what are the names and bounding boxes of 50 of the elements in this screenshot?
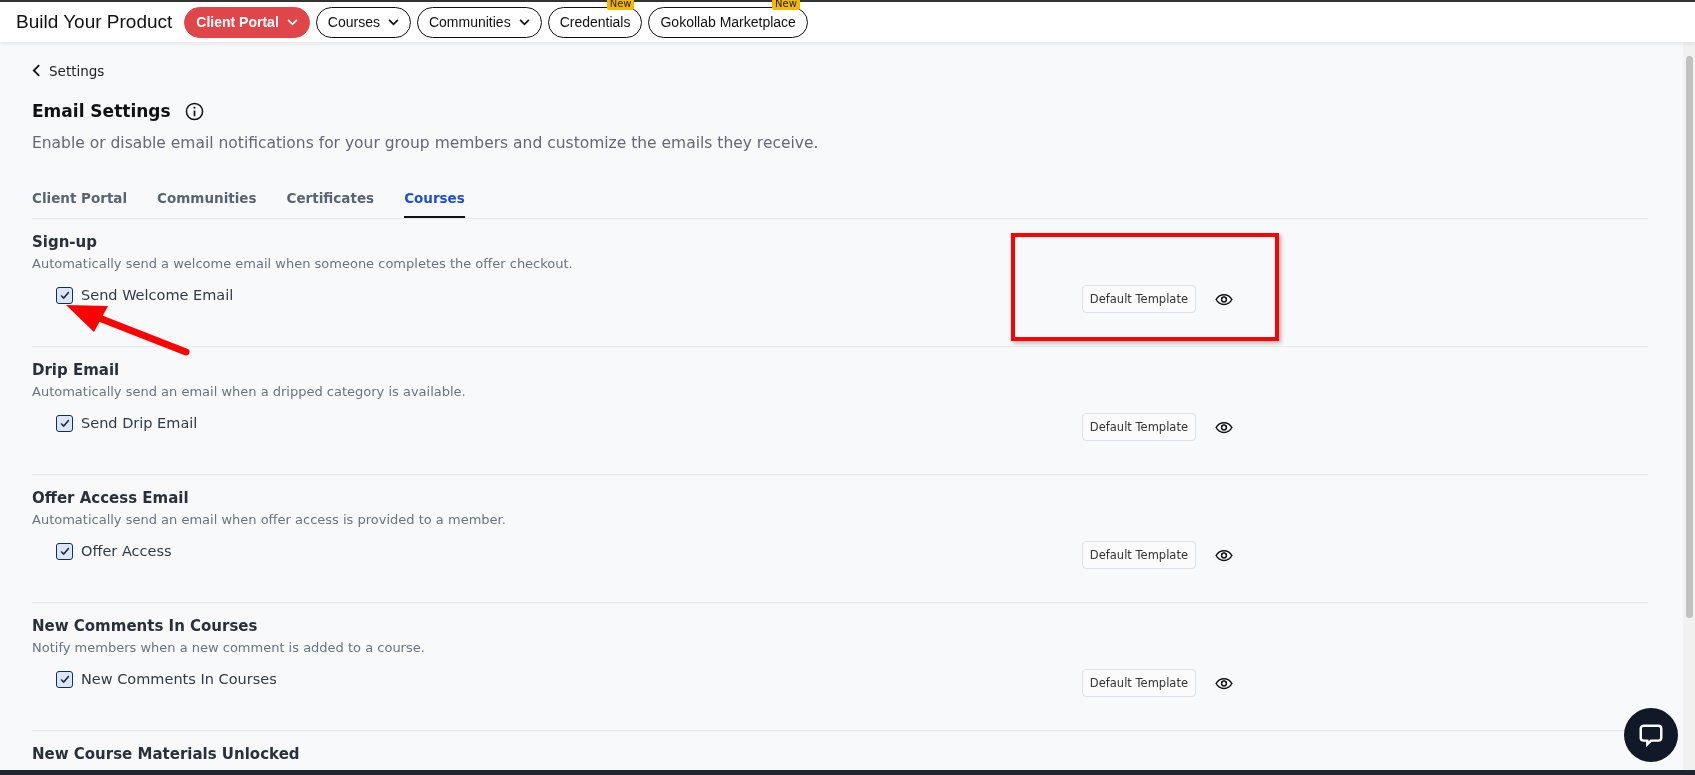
nav-menu-button[interactable]: Credentials <box>547 6 643 38</box>
preview-eye-icon[interactable] <box>1215 548 1233 562</box>
check-icon <box>58 673 71 685</box>
section-title: Sign-up <box>32 233 98 251</box>
section-title: New Course Materials Unlocked <box>32 745 301 763</box>
checkbox-label: Send Drip Email <box>81 415 198 431</box>
check-icon <box>58 545 71 557</box>
section-description: Automatically send an email when offer access is provided to a member. <box>32 512 507 527</box>
checkbox[interactable] <box>56 414 73 432</box>
checkbox[interactable] <box>56 542 73 560</box>
check-icon <box>58 417 71 429</box>
scrollbar-thumb[interactable] <box>1685 56 1693 618</box>
nav-menu-button[interactable]: Courses <box>315 6 411 38</box>
new-badge: New <box>772 0 800 10</box>
section-title: New Comments In Courses <box>32 617 259 635</box>
checkbox-label: New Comments In Courses <box>81 671 277 687</box>
tab[interactable]: Communities <box>157 190 257 218</box>
checkbox-label: Offer Access <box>81 543 172 559</box>
chevron-left-icon <box>32 64 41 77</box>
template-button[interactable]: Default Template <box>1081 285 1196 313</box>
checkbox-label: Send Welcome Email <box>81 287 234 303</box>
chat-button[interactable] <box>1624 708 1678 762</box>
section-description: Automatically send an email when a dripped category is available. <box>32 384 467 399</box>
tab[interactable]: Client Portal <box>32 190 128 218</box>
info-icon[interactable] <box>184 101 204 121</box>
tab[interactable]: Certificates <box>286 190 375 218</box>
template-button[interactable]: Default Template <box>1081 541 1196 569</box>
checkbox[interactable] <box>56 670 73 688</box>
check-icon <box>58 289 71 301</box>
nav-menu-button[interactable]: Gokollab Marketplace <box>648 6 808 38</box>
preview-eye-icon[interactable] <box>1215 420 1233 434</box>
new-badge: New <box>606 0 635 10</box>
nav-menu-button[interactable]: Communities <box>416 6 542 38</box>
nav-menu-button[interactable]: Client Portal <box>184 6 310 38</box>
section-description: Automatically send a welcome email when someone completes the offer checkout. <box>32 256 574 271</box>
back-link[interactable]: Settings <box>32 62 105 79</box>
scrollbar[interactable] <box>1683 42 1695 770</box>
template-button[interactable]: Default Template <box>1081 413 1196 441</box>
section-title: Drip Email <box>32 361 121 379</box>
tab[interactable]: Courses <box>404 190 465 218</box>
page-title: Email Settings <box>32 101 171 121</box>
checkbox[interactable] <box>56 286 73 304</box>
section-title: Offer Access Email <box>32 489 190 507</box>
preview-eye-icon[interactable] <box>1215 676 1233 690</box>
section-description: Notify members when a new comment is added to a course. <box>32 640 426 655</box>
app-title: Build Your Product <box>16 11 173 33</box>
preview-eye-icon[interactable] <box>1215 292 1233 306</box>
chat-bubble-icon <box>1637 721 1665 749</box>
page-subtitle: Enable or disable email notifications for your group members and customize the emails they receive. <box>32 134 820 152</box>
template-button[interactable]: Default Template <box>1081 669 1196 697</box>
